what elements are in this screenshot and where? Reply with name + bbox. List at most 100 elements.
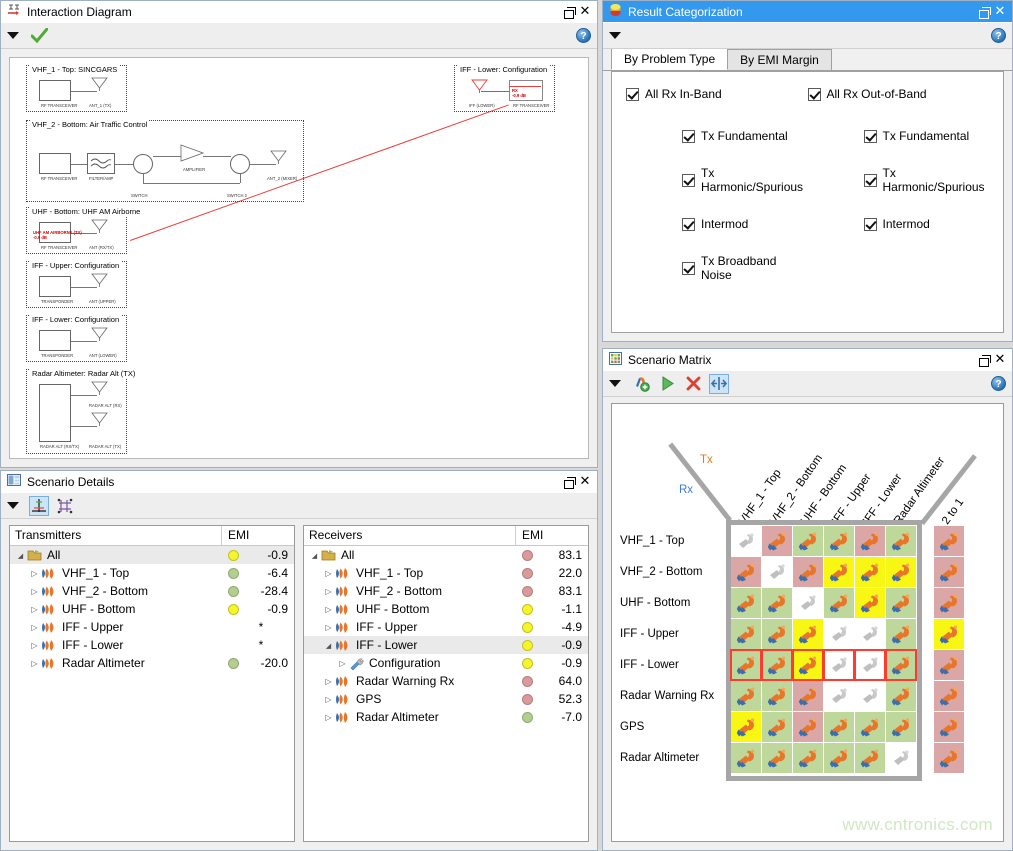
matrix-summary-cell[interactable] (934, 619, 964, 649)
menu-dropdown-icon[interactable] (7, 502, 19, 509)
expand-arrow-icon[interactable] (28, 605, 41, 614)
matrix-cell[interactable] (793, 557, 823, 587)
delete-icon[interactable] (683, 374, 703, 394)
expand-arrow-icon[interactable] (336, 659, 349, 668)
matrix-cell[interactable] (886, 588, 916, 618)
help-icon[interactable]: ? (991, 28, 1006, 43)
checkbox-box[interactable] (626, 88, 639, 101)
tree-row[interactable]: VHF_1 - Top22.0 (304, 564, 588, 582)
checkbox-in-band-intermod[interactable]: Intermod (682, 214, 808, 234)
menu-dropdown-icon[interactable] (7, 32, 19, 39)
tree-row[interactable]: All-0.9 (10, 546, 294, 564)
expand-arrow-icon[interactable] (322, 623, 335, 632)
matrix-summary-cell[interactable] (934, 588, 964, 618)
close-button[interactable]: ✕ (577, 4, 593, 20)
matrix-cell[interactable] (824, 712, 854, 742)
matrix-summary-cell[interactable] (934, 681, 964, 711)
matrix-cell[interactable] (793, 681, 823, 711)
tree-row[interactable]: Radar Altimeter-7.0 (304, 708, 588, 726)
expand-arrow-icon[interactable] (322, 713, 335, 722)
checkbox-in-band-tx-fundamental[interactable]: Tx Fundamental (682, 126, 808, 146)
expand-arrow-icon[interactable] (322, 587, 335, 596)
matrix-cell[interactable] (731, 588, 761, 618)
matrix-cell[interactable] (762, 619, 792, 649)
checkbox-out-of-band-tx-fundamental[interactable]: Tx Fundamental (864, 126, 990, 146)
restore-button[interactable] (561, 4, 577, 20)
checkbox-box[interactable] (682, 218, 695, 231)
matrix-cell[interactable] (824, 743, 854, 773)
checkbox-box[interactable] (682, 174, 695, 187)
matrix-cell[interactable] (762, 743, 792, 773)
transmitters-tree[interactable]: Transmitters EMI All-0.9VHF_1 - Top-6.4V… (9, 525, 295, 842)
close-button[interactable]: ✕ (577, 474, 593, 490)
checkbox-box[interactable] (864, 130, 877, 143)
matrix-cell[interactable] (762, 650, 792, 680)
matrix-cell[interactable] (793, 650, 823, 680)
tree-row[interactable]: IFF - Upper-4.9 (304, 618, 588, 636)
matrix-cell[interactable] (855, 712, 885, 742)
matrix-cell[interactable] (793, 712, 823, 742)
collapse-arrow-icon[interactable] (14, 551, 27, 560)
diagram-group-iff-lower-target[interactable]: IFF - Lower: Configuration RX -0.9 dB IF… (454, 65, 555, 112)
validate-check-icon[interactable] (29, 26, 49, 46)
matrix-cell[interactable] (855, 743, 885, 773)
fit-columns-icon[interactable] (709, 374, 729, 394)
collapse-arrow-icon[interactable] (308, 551, 321, 560)
close-button[interactable]: ✕ (992, 352, 1008, 368)
restore-button[interactable] (976, 352, 992, 368)
diagram-group-uhf[interactable]: UHF - Bottom: UHF AM Airborne UHF AM AIR… (26, 207, 127, 254)
checkbox-box[interactable] (808, 88, 821, 101)
menu-dropdown-icon[interactable] (609, 32, 621, 39)
scenario-matrix-canvas[interactable]: VHF_1 - TopVHF_2 - BottomUHF - BottomIFF… (611, 403, 1004, 842)
matrix-cell[interactable] (793, 619, 823, 649)
matrix-cell[interactable] (731, 681, 761, 711)
matrix-cell[interactable] (824, 650, 854, 680)
matrix-cell[interactable] (824, 557, 854, 587)
receivers-tree[interactable]: Receivers EMI All83.1VHF_1 - Top22.0VHF_… (303, 525, 589, 842)
expand-arrow-icon[interactable] (28, 623, 41, 632)
checkbox-in-band-tx-broadband-noise[interactable]: Tx Broadband Noise (682, 258, 808, 278)
matrix-cell[interactable] (793, 743, 823, 773)
restore-button[interactable] (561, 474, 577, 490)
matrix-cell[interactable] (886, 743, 916, 773)
emi-matrix-icon[interactable] (55, 496, 75, 516)
matrix-cell[interactable] (762, 588, 792, 618)
matrix-cell[interactable] (855, 557, 885, 587)
matrix-cell[interactable] (731, 650, 761, 680)
close-button[interactable]: ✕ (992, 4, 1008, 20)
matrix-cell[interactable] (731, 712, 761, 742)
matrix-cell[interactable] (793, 526, 823, 556)
diagram-canvas[interactable]: VHF_1 - Top: SINCGARS RF TRANSCEIVER ANT… (9, 57, 589, 459)
tree-row[interactable]: VHF_1 - Top-6.4 (10, 564, 294, 582)
expand-arrow-icon[interactable] (28, 659, 41, 668)
matrix-cell[interactable] (886, 619, 916, 649)
help-icon[interactable]: ? (576, 28, 591, 43)
matrix-cell[interactable] (731, 526, 761, 556)
checkbox-out-of-band-tx-harmonic-spurious[interactable]: Tx Harmonic/Spurious (864, 170, 990, 190)
matrix-cell[interactable] (762, 557, 792, 587)
matrix-cell[interactable] (855, 650, 885, 680)
checkbox-box[interactable] (864, 174, 877, 187)
matrix-cell[interactable] (824, 588, 854, 618)
expand-arrow-icon[interactable] (28, 641, 41, 650)
matrix-cell[interactable] (855, 619, 885, 649)
matrix-cell[interactable] (886, 712, 916, 742)
matrix-cell[interactable] (762, 526, 792, 556)
matrix-cell[interactable] (855, 526, 885, 556)
checkbox-box[interactable] (864, 218, 877, 231)
diagram-group-iff-upper[interactable]: IFF - Upper: Configuration TRANSPONDER A… (26, 261, 127, 308)
matrix-summary-cell[interactable] (934, 650, 964, 680)
diagram-group-radar-altimeter[interactable]: Radar Altimeter: Radar Alt (TX) RADAR AL… (26, 369, 127, 454)
tree-row[interactable]: VHF_2 - Bottom-28.4 (10, 582, 294, 600)
tree-row[interactable]: IFF - Lower-0.9 (304, 636, 588, 654)
matrix-cell[interactable] (886, 526, 916, 556)
tree-row[interactable]: IFF - Lower* (10, 636, 294, 654)
menu-dropdown-icon[interactable] (609, 380, 621, 387)
matrix-summary-cell[interactable] (934, 557, 964, 587)
matrix-cell[interactable] (855, 588, 885, 618)
checkbox-all-rx-out-of-band[interactable]: All Rx Out-of-Band (808, 84, 990, 104)
checkbox-all-rx-in-band[interactable]: All Rx In-Band (626, 84, 808, 104)
tree-row[interactable]: VHF_2 - Bottom83.1 (304, 582, 588, 600)
checkbox-box[interactable] (682, 130, 695, 143)
expand-arrow-icon[interactable] (322, 695, 335, 704)
